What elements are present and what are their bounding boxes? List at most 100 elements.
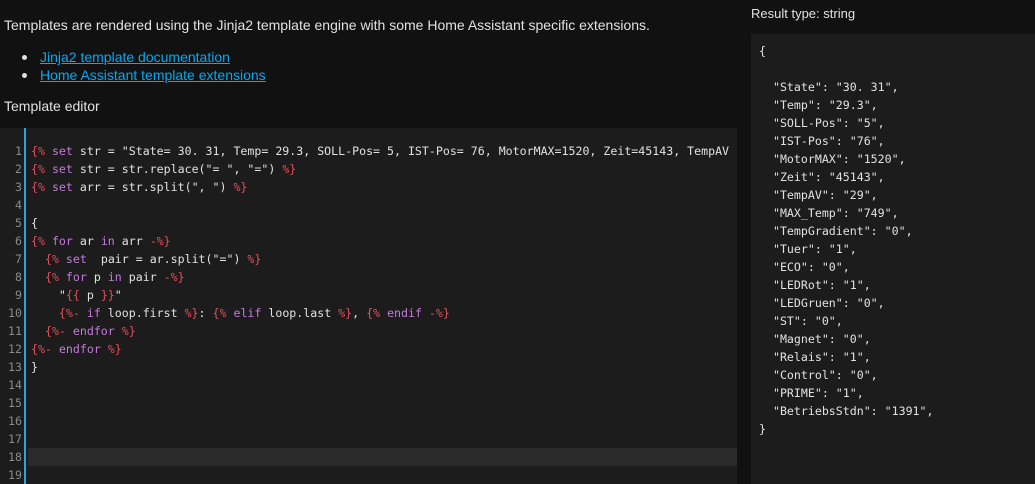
- code-token: p: [79, 288, 101, 302]
- line-number: 8: [15, 270, 22, 284]
- editor-line: 2 {% set str = str.replace("= ", "=") %}: [0, 160, 737, 178]
- code-token: %}: [247, 252, 262, 266]
- code-token: endfor: [72, 324, 115, 338]
- code-token: %}: [282, 162, 297, 176]
- result-line: "Control": "0",: [759, 368, 878, 382]
- code-text: {% set arr = str.split(", ") %}: [31, 178, 247, 196]
- code-text: {%- if loop.first %}: {% elif loop.last …: [31, 304, 450, 322]
- code-token: set: [51, 180, 73, 194]
- result-line: "MAX_Temp": "749",: [759, 206, 899, 220]
- editor-line: 11 {%- endfor %}: [0, 322, 737, 340]
- code-token: {%: [44, 270, 66, 284]
- code-token: {%: [31, 180, 52, 194]
- list-item: Home Assistant template extensions: [22, 66, 266, 84]
- result-line: "LEDRot": "1",: [759, 278, 871, 292]
- code-token: ar: [72, 234, 101, 248]
- editor-line: 16: [0, 412, 737, 430]
- code-token: %}: [107, 342, 122, 356]
- code-token: set: [51, 162, 73, 176]
- code-token: %}: [338, 306, 353, 320]
- code-token: }: [31, 360, 38, 374]
- code-token: {%-: [44, 324, 73, 338]
- editor-line: 10 {%- if loop.first %}: {% elif loop.la…: [0, 304, 737, 322]
- line-number: 15: [8, 396, 22, 410]
- result-line: "ST": "0",: [759, 314, 843, 328]
- code-token: arr = str.split(", "): [72, 180, 234, 194]
- code-token: str = str.replace("= ", "="): [72, 162, 283, 176]
- result-line: "BetriebsStdn": "1391",: [759, 404, 934, 418]
- code-token: %}: [121, 324, 136, 338]
- line-number: 19: [8, 468, 22, 482]
- line-number: 14: [8, 378, 22, 392]
- code-token: elif: [233, 306, 262, 320]
- result-line: "LEDGruen": "0",: [759, 296, 885, 310]
- result-line: "Temp": "29.3",: [759, 98, 878, 112]
- code-token: pair: [121, 270, 164, 284]
- line-number: 11: [8, 324, 22, 338]
- code-token: loop.first: [100, 306, 185, 320]
- code-token: {%: [31, 234, 52, 248]
- list-item: Jinja2 template documentation: [22, 48, 266, 66]
- editor-line: 8 {% for p in pair -%}: [0, 268, 737, 286]
- template-editor-label: Template editor: [4, 98, 100, 114]
- code-token: for: [65, 270, 87, 284]
- editor-line: 3 {% set arr = str.split(", ") %}: [0, 178, 737, 196]
- line-number: 4: [15, 198, 22, 212]
- line-number: 13: [8, 360, 22, 374]
- code-token: -%}: [163, 270, 185, 284]
- result-line: "ECO": "0",: [759, 260, 850, 274]
- line-number: 1: [15, 144, 22, 158]
- template-editor[interactable]: 1 {% set str = "State= 30. 31, Temp= 29.3…: [0, 128, 737, 484]
- code-token: endfor: [58, 342, 101, 356]
- line-number: 12: [8, 342, 22, 356]
- editor-line: 15: [0, 394, 737, 412]
- result-line: "IST-Pos": "76",: [759, 134, 885, 148]
- code-text: {: [31, 214, 38, 232]
- code-token: str = "State= 30. 31, Temp= 29.3, SOLL-P…: [72, 144, 730, 158]
- line-number: 10: [8, 306, 22, 320]
- editor-line: 18: [0, 448, 737, 466]
- code-token: {%: [31, 162, 52, 176]
- result-line: "TempAV": "29",: [759, 188, 878, 202]
- line-number: 3: [15, 180, 22, 194]
- line-number: 18: [8, 450, 22, 464]
- jinja2-docs-link[interactable]: Jinja2 template documentation: [40, 49, 230, 65]
- code-text: {% set str = "State= 30. 31, Temp= 29.3,…: [31, 142, 729, 160]
- code-token: loop.last: [261, 306, 339, 320]
- code-token: for: [51, 234, 73, 248]
- code-token: {%-: [58, 306, 87, 320]
- editor-line: 5{: [0, 214, 737, 232]
- code-token: ,: [352, 306, 367, 320]
- code-token: ": [114, 288, 122, 302]
- result-line: "PRIME": "1",: [759, 386, 864, 400]
- line-number: 7: [15, 252, 22, 266]
- code-token: endif: [387, 306, 422, 320]
- code-token: {{: [65, 288, 80, 302]
- editor-line: 9 "{{ p }}": [0, 286, 737, 304]
- code-token: {%: [44, 252, 66, 266]
- line-number: 9: [15, 288, 22, 302]
- line-number: 2: [15, 162, 22, 176]
- code-token: :: [198, 306, 213, 320]
- result-line: "State": "30. 31",: [759, 80, 899, 94]
- code-text: {% set str = str.replace("= ", "=") %}: [31, 160, 296, 178]
- editor-line: 17: [0, 430, 737, 448]
- editor-line: 6 {% for ar in arr -%}: [0, 232, 737, 250]
- code-token: set: [65, 252, 87, 266]
- result-line: "SOLL-Pos": "5",: [759, 116, 885, 130]
- code-text: {%- endfor %}: [31, 322, 136, 340]
- ha-template-extensions-link[interactable]: Home Assistant template extensions: [40, 67, 266, 83]
- code-token: {: [31, 216, 38, 230]
- editor-line: 4: [0, 196, 737, 214]
- editor-line: 1 {% set str = "State= 30. 31, Temp= 29.3…: [0, 142, 737, 160]
- code-token: if: [86, 306, 101, 320]
- result-line: }: [759, 422, 766, 436]
- code-token: %}: [184, 306, 199, 320]
- code-token: set: [51, 144, 73, 158]
- result-output: { "State": "30. 31", "Temp": "29.3", "SO…: [751, 34, 1035, 484]
- code-token: -%}: [149, 234, 171, 248]
- editor-line: 14: [0, 376, 737, 394]
